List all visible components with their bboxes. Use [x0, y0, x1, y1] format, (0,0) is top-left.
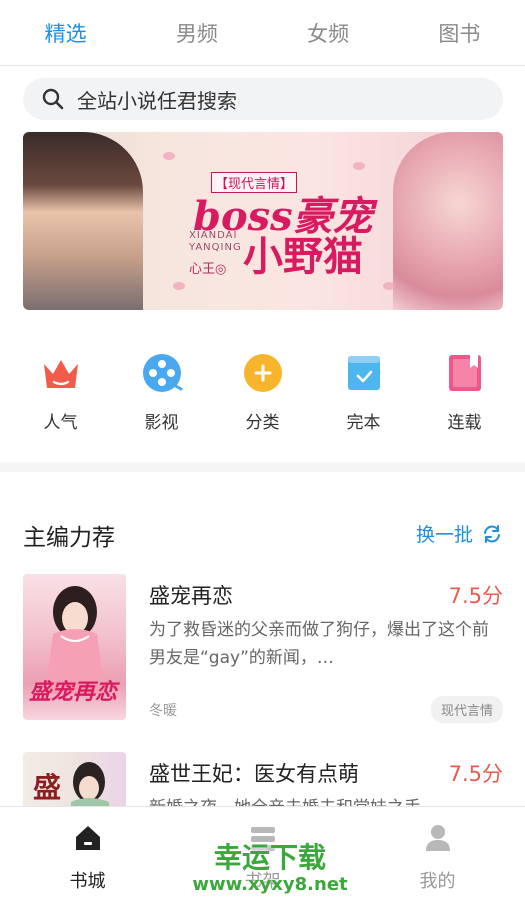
category-popular[interactable]: 人气	[21, 352, 101, 442]
bookmark-icon	[448, 355, 481, 391]
film-reel-icon	[142, 354, 182, 392]
category-label: 影视	[144, 413, 179, 433]
book-cover: 盛宠再恋	[23, 574, 126, 720]
category-serial[interactable]: 连载	[425, 352, 505, 442]
tab-featured[interactable]: 精选	[0, 0, 131, 65]
banner-male-character	[23, 132, 143, 310]
book-score: 7.5分	[448, 584, 503, 608]
book-title: 盛宠再恋	[149, 584, 233, 608]
watermark-line2: www.xyxy8.net	[192, 874, 348, 895]
category-completed[interactable]: 完本	[324, 352, 404, 442]
home-icon	[75, 826, 100, 850]
category-film[interactable]: 影视	[122, 352, 202, 442]
petal-decoration	[383, 282, 395, 290]
category-row: 人气 影视 分类 完本 连载	[0, 352, 525, 442]
book-author: 冬暖	[149, 703, 177, 719]
petal-decoration	[173, 282, 185, 290]
book-genre-tag[interactable]: 现代言情	[430, 696, 503, 723]
petal-decoration	[163, 152, 175, 160]
banner-author: 心王◎	[189, 262, 227, 277]
petal-decoration	[353, 162, 365, 170]
search-placeholder: 全站小说任君搜索	[77, 88, 237, 113]
watermark-line1: 幸运下载	[213, 841, 326, 874]
section-divider	[0, 462, 525, 472]
category-label: 完本	[346, 413, 381, 433]
search-bar[interactable]: 全站小说任君搜索	[23, 78, 503, 120]
book-title: 盛世王妃：医女有点萌	[149, 762, 359, 786]
promo-banner[interactable]: 【现代言情】 boss豪宠 XIANDAI YANQING 小野猫 心王◎	[23, 132, 503, 310]
cover-title: 盛宠再恋	[29, 679, 118, 705]
category-label: 分类	[245, 413, 280, 433]
user-icon	[425, 825, 450, 851]
watermark: 幸运下载 www.xyxy8.net	[180, 836, 360, 895]
check-box-icon	[347, 356, 380, 390]
nav-profile[interactable]: 我的	[350, 807, 525, 900]
book-description: 为了救昏迷的父亲而做了狗仔，爆出了这个前男友是“gay”的新闻，…	[149, 620, 489, 668]
refresh-icon	[484, 524, 500, 543]
category-classify[interactable]: 分类	[223, 352, 303, 442]
nav-label: 我的	[419, 871, 456, 892]
nav-label: 书城	[69, 871, 106, 892]
section-title: 主编力荐	[23, 525, 115, 551]
book-item[interactable]: 盛宠再恋 盛宠再恋 7.5分 为了救昏迷的父亲而做了狗仔，爆出了这个前男友是“g…	[23, 574, 503, 724]
category-label: 人气	[43, 413, 78, 433]
book-score: 7.5分	[448, 762, 503, 786]
banner-title-line2: 小野猫	[243, 234, 363, 280]
refresh-batch-button[interactable]: 换一批	[416, 520, 503, 547]
plus-circle-icon	[243, 354, 282, 392]
category-label: 连载	[447, 413, 482, 433]
banner-subtitle: XIANDAI YANQING	[189, 230, 242, 253]
tab-female[interactable]: 女频	[263, 0, 394, 65]
banner-female-character	[393, 132, 503, 310]
nav-bookstore[interactable]: 书城	[0, 807, 175, 900]
search-icon	[42, 88, 64, 110]
tab-books[interactable]: 图书	[394, 0, 525, 65]
refresh-label: 换一批	[415, 524, 473, 546]
tab-male[interactable]: 男频	[131, 0, 262, 65]
top-tabs: 精选 男频 女频 图书	[0, 0, 525, 66]
cover-title: 盛	[33, 771, 62, 804]
crown-icon	[43, 360, 78, 388]
